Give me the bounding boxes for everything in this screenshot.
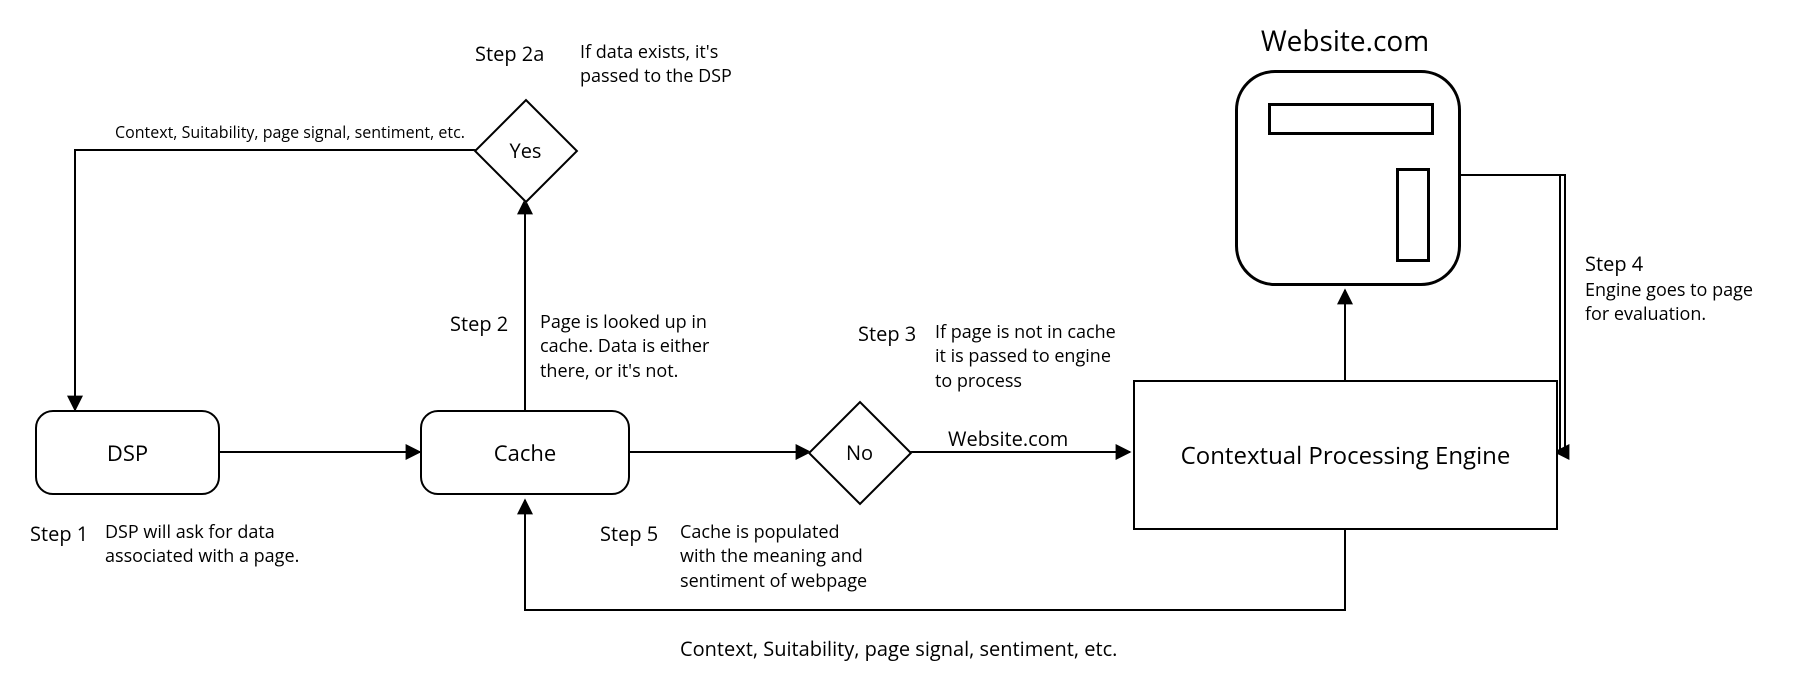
step5-title: Step 5 xyxy=(600,520,658,547)
edge-label-context-top: Context, Suitability, page signal, senti… xyxy=(115,122,495,144)
yes-decision: Yes xyxy=(478,103,573,198)
cache-node: Cache xyxy=(420,410,630,495)
diagram-canvas: DSP Cache Yes No Contextual Processing E… xyxy=(0,0,1801,692)
step5-desc: Cache is populated with the meaning and … xyxy=(680,520,880,593)
step2a-desc: If data exists, it's passed to the DSP xyxy=(580,40,770,89)
dsp-label: DSP xyxy=(107,438,148,468)
dsp-node: DSP xyxy=(35,410,220,495)
step2-title: Step 2 xyxy=(450,310,508,337)
edge-label-website: Website.com xyxy=(948,425,1098,452)
step2-desc: Page is looked up in cache. Data is eith… xyxy=(540,310,740,383)
website-header-icon xyxy=(1268,103,1434,135)
step4-desc: Engine goes to page for evaluation. xyxy=(1585,278,1775,327)
step4-title: Step 4 xyxy=(1585,250,1643,277)
engine-node: Contextual Processing Engine xyxy=(1133,380,1558,530)
step3-title: Step 3 xyxy=(858,320,916,347)
no-label: No xyxy=(846,439,873,466)
step1-title: Step 1 xyxy=(30,520,88,547)
website-title: Website.com xyxy=(1250,22,1440,60)
step2a-title: Step 2a xyxy=(475,40,544,67)
step3-desc: If page is not in cache it is passed to … xyxy=(935,320,1125,393)
website-icon xyxy=(1235,70,1461,286)
edge-label-context-bottom: Context, Suitability, page signal, senti… xyxy=(680,635,1180,662)
engine-label: Contextual Processing Engine xyxy=(1181,439,1511,472)
yes-label: Yes xyxy=(510,137,542,164)
no-decision: No xyxy=(812,405,907,500)
cache-label: Cache xyxy=(494,438,556,468)
website-sidebar-icon xyxy=(1396,168,1430,262)
step1-desc: DSP will ask for data associated with a … xyxy=(105,520,305,569)
